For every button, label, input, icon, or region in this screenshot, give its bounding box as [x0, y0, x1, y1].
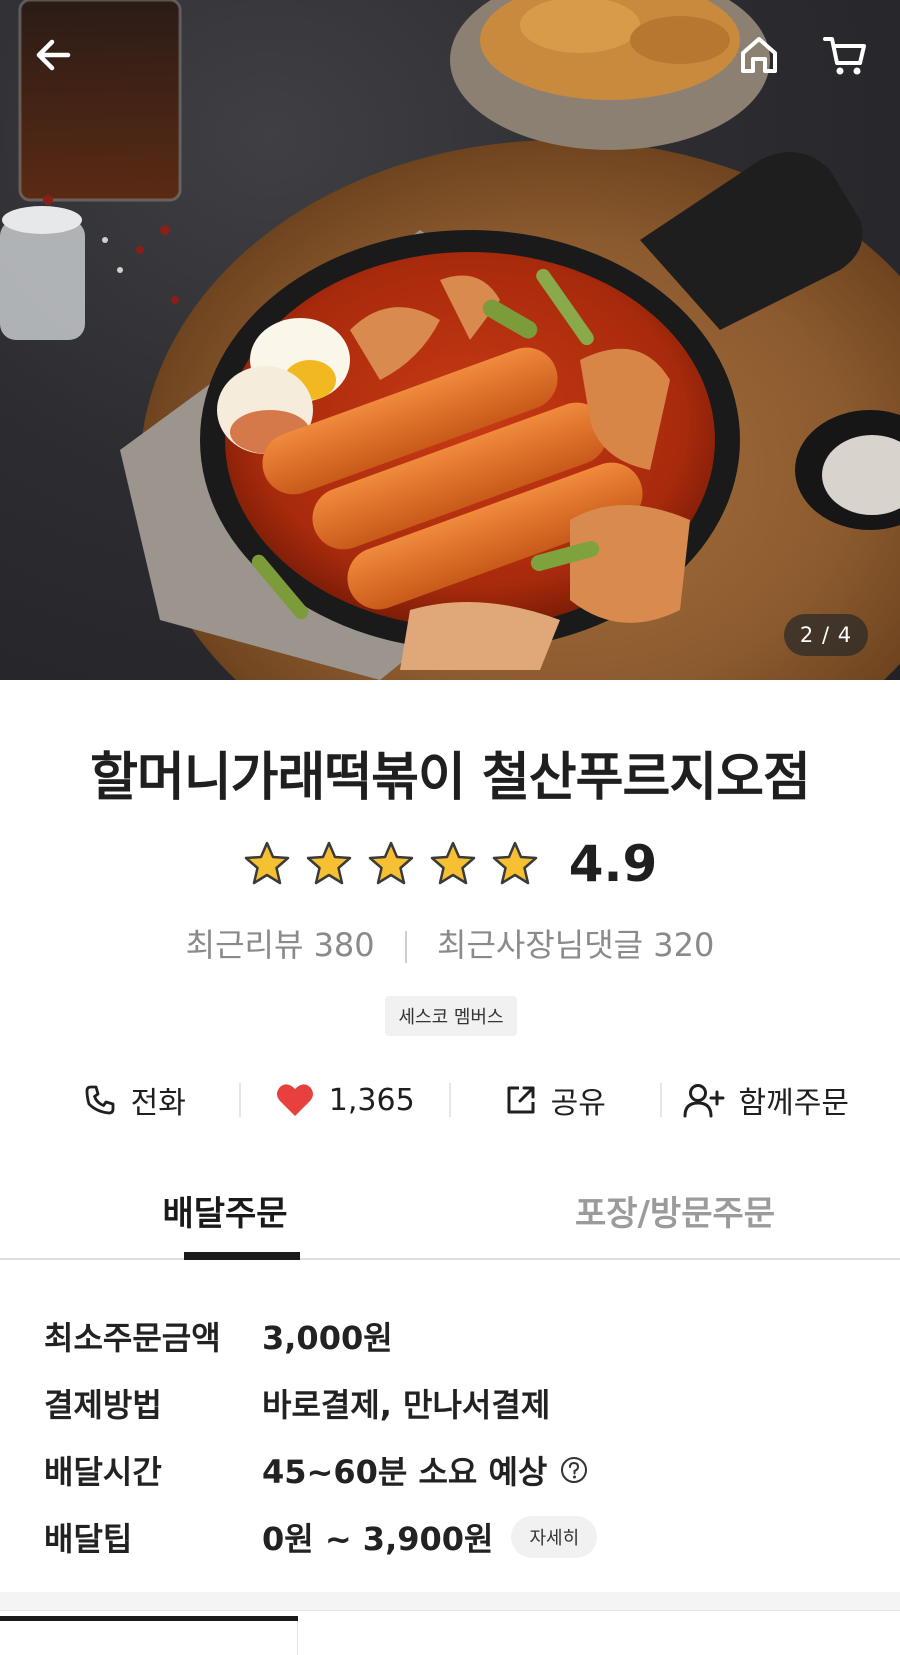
share-icon	[507, 1086, 535, 1114]
like-button[interactable]: 1,365	[241, 1072, 450, 1128]
menu-tab-first[interactable]	[0, 1621, 298, 1655]
payment-row: 결제방법 바로결제, 만나서결제	[44, 1369, 864, 1436]
delivery-tip-value: 0원 ~ 3,900원 자세히	[262, 1514, 598, 1560]
cart-button[interactable]	[816, 26, 874, 84]
review-separator	[404, 931, 407, 963]
store-actions: 전화 1,365 공유 함께주문	[30, 1072, 870, 1128]
order-type-tabs: 배달주문 포장/방문주문	[0, 1172, 900, 1260]
star-icon	[306, 841, 351, 885]
min-order-amount: 3,000원	[262, 1318, 393, 1357]
delivery-info: 최소주문금액 3,000원 결제방법 바로결제, 만나서결제 배달시간 45~6…	[44, 1302, 864, 1570]
active-tab-indicator	[184, 1252, 300, 1260]
star-icon	[244, 841, 289, 885]
share-button[interactable]: 공유	[451, 1072, 660, 1128]
store-name: 할머니가래떡볶이 철산푸르지오점	[90, 748, 811, 808]
call-button[interactable]: 전화	[30, 1072, 239, 1128]
delivery-time-label: 배달시간	[44, 1452, 162, 1491]
payment-methods: 바로결제, 만나서결제	[262, 1385, 551, 1424]
cart-icon	[823, 37, 866, 75]
store-hero-image[interactable]: 2 / 4	[0, 0, 900, 680]
group-order-label: 함께주문	[738, 1086, 849, 1121]
delivery-tip-label: 배달팁	[44, 1519, 133, 1558]
delivery-tip-row: 배달팁 0원 ~ 3,900원 자세히	[44, 1503, 864, 1570]
delivery-time-estimate: 45~60분 소요 예상	[262, 1452, 548, 1491]
rating-row: 4.9	[0, 832, 900, 896]
delivery-time-value: 45~60분 소요 예상	[262, 1447, 589, 1493]
tab-delivery-order[interactable]: 배달주문	[0, 1172, 450, 1260]
section-divider	[0, 1592, 900, 1610]
back-arrow-icon	[36, 39, 71, 71]
home-icon	[741, 37, 777, 73]
like-count: 1,365	[328, 1082, 415, 1118]
recent-reviews-link[interactable]: 최근리뷰 380	[186, 926, 375, 964]
delivery-tip-range: 0원 ~ 3,900원	[262, 1519, 494, 1558]
heart-icon	[276, 1084, 313, 1116]
payment-value: 바로결제, 만나서결제	[262, 1380, 550, 1426]
delivery-tip-detail-button[interactable]: 자세히	[511, 1515, 598, 1558]
question-circle-icon[interactable]	[559, 1455, 589, 1485]
image-page-indicator: 2 / 4	[784, 614, 868, 656]
add-person-icon	[683, 1084, 725, 1118]
phone-icon	[85, 1085, 115, 1115]
min-order-label: 최소주문금액	[44, 1318, 221, 1357]
payment-label: 결제방법	[44, 1385, 162, 1424]
star-icon	[368, 841, 413, 885]
tab-pickup-order[interactable]: 포장/방문주문	[450, 1172, 900, 1258]
delivery-time-row: 배달시간 45~60분 소요 예상	[44, 1436, 864, 1503]
group-order-button[interactable]: 함께주문	[662, 1072, 871, 1128]
owner-replies-link[interactable]: 최근사장님댓글 320	[437, 926, 714, 964]
home-button[interactable]	[730, 26, 788, 84]
call-label: 전화	[130, 1086, 186, 1121]
tab-pickup-label: 포장/방문주문	[574, 1194, 776, 1234]
menu-tab-active-indicator	[0, 1616, 298, 1621]
back-button[interactable]	[24, 26, 82, 84]
min-order-value: 3,000원	[262, 1313, 393, 1359]
rating-value: 4.9	[568, 835, 658, 893]
tab-delivery-label: 배달주문	[162, 1194, 288, 1234]
review-stats: 최근리뷰 380 최근사장님댓글 320	[0, 920, 900, 966]
star-icon	[430, 841, 475, 885]
share-label: 공유	[550, 1086, 606, 1121]
min-order-row: 최소주문금액 3,000원	[44, 1302, 864, 1369]
cesco-member-badge: 세스코 멤버스	[385, 996, 517, 1036]
tteokbokki-photo	[0, 0, 900, 680]
star-icon	[492, 841, 537, 885]
